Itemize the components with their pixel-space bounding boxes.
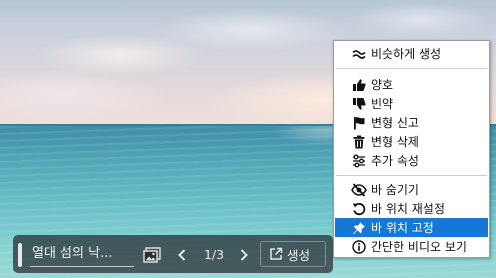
menu-separator [336,68,487,69]
chevron-left-icon [177,248,187,262]
menu-item-additional-properties[interactable]: 추가 속성 [335,151,488,170]
previous-button[interactable] [171,244,193,266]
menu-item-generate-similar[interactable]: 비슷하게 생성 [335,44,488,63]
next-button[interactable] [233,244,255,266]
menu-item-label: 변형 신고 [371,116,419,130]
thumbs-up-icon [351,77,367,93]
menu-item-label: 빈약 [371,97,394,111]
sliders-icon [351,153,367,169]
menu-item-good[interactable]: 양호 [335,75,488,94]
thumbs-down-icon [351,96,367,112]
image-button[interactable] [141,244,163,266]
menu-item-label: 바 숨기기 [371,183,419,197]
chevron-right-icon [239,248,249,262]
menu-separator [336,175,487,176]
menu-item-label: 비슷하게 생성 [371,47,442,61]
menu-item-label: 추가 속성 [371,154,419,168]
trash-icon [351,134,367,150]
info-icon [351,239,367,255]
external-edit-icon [269,247,283,261]
menu-item-label: 바 위치 고정 [371,221,434,235]
eye-slash-icon [351,182,367,198]
control-bar: 열대 섬의 낙... 1/3 생성 [13,235,333,273]
menu-item-label: 변형 삭제 [371,135,419,149]
menu-item-label: 양호 [371,78,394,92]
pin-icon [351,220,367,236]
menu-item-poor[interactable]: 빈약 [335,94,488,113]
menu-item-pin-bar-position[interactable]: 바 위치 고정 [335,218,488,237]
context-menu: 비슷하게 생성 양호 빈약 변형 신고 변형 삭제 추가 속성 바 숨기기 바 … [333,40,490,258]
menu-item-report-variation[interactable]: 변형 신고 [335,113,488,132]
drag-handle[interactable] [18,243,22,267]
image-icon [143,247,161,263]
menu-item-label: 간단한 비디오 보기 [371,240,467,254]
menu-item-reset-bar-position[interactable]: 바 위치 재설정 [335,199,488,218]
approx-icon [351,46,367,62]
menu-item-hide-bar[interactable]: 바 숨기기 [335,180,488,199]
flag-icon [351,115,367,131]
menu-item-delete-variation[interactable]: 변형 삭제 [335,132,488,151]
page-indicator: 1/3 [203,247,225,262]
generate-button[interactable]: 생성 [260,241,326,267]
menu-item-label: 바 위치 재설정 [371,202,445,216]
reset-icon [351,201,367,217]
menu-item-quick-video-view[interactable]: 간단한 비디오 보기 [335,237,488,256]
generate-label: 생성 [287,247,311,263]
title-field[interactable]: 열대 섬의 낙... [30,241,134,267]
